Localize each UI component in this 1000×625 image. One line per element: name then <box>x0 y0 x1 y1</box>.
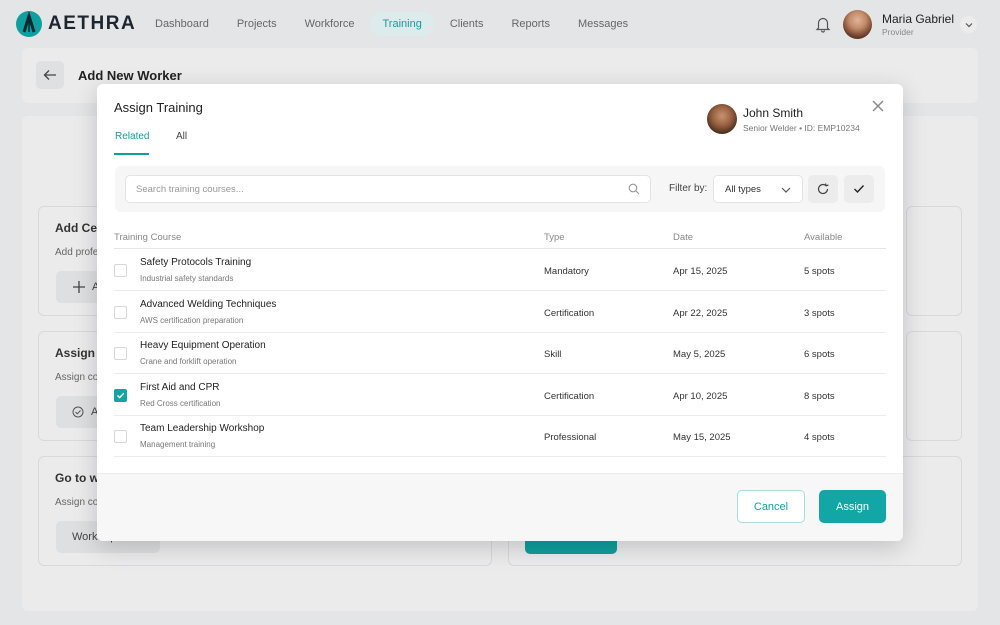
nav-training[interactable]: Training <box>369 12 435 36</box>
table-row[interactable]: Safety Protocols Training Industrial saf… <box>114 249 886 291</box>
cancel-button[interactable]: Cancel <box>737 490 805 523</box>
card-title: Add Ce <box>55 221 97 235</box>
search-icon[interactable] <box>628 183 640 195</box>
course-date: May 15, 2025 <box>673 432 731 443</box>
nav-clients[interactable]: Clients <box>437 12 497 36</box>
card-subtitle: Assign co <box>55 497 99 508</box>
main-nav: Dashboard Projects Workforce Training Cl… <box>142 12 643 36</box>
card-title: Assign <box>55 346 96 360</box>
nav-workforce[interactable]: Workforce <box>292 12 368 36</box>
column-header-course: Training Course <box>114 232 182 243</box>
course-name: Heavy Equipment Operation <box>140 340 266 351</box>
table-row[interactable]: First Aid and CPR Red Cross certificatio… <box>114 374 886 416</box>
arrow-left-icon <box>43 70 56 80</box>
search-input[interactable] <box>126 176 606 202</box>
row-checkbox[interactable] <box>114 430 127 443</box>
page-title: Add New Worker <box>78 68 182 83</box>
course-type: Skill <box>544 349 562 360</box>
filter-selected-value: All types <box>725 184 761 195</box>
course-description: Industrial safety standards <box>140 274 234 283</box>
table-row[interactable]: Heavy Equipment Operation Crane and fork… <box>114 332 886 374</box>
course-available: 3 spots <box>804 308 835 319</box>
card-right-1 <box>906 206 962 316</box>
logo-icon <box>16 11 42 37</box>
column-header-type: Type <box>544 232 565 243</box>
checkmark-icon <box>117 392 125 399</box>
tab-related[interactable]: Related <box>115 131 149 142</box>
course-date: Apr 22, 2025 <box>673 308 728 319</box>
row-checkbox[interactable] <box>114 389 127 402</box>
course-name: Advanced Welding Techniques <box>140 299 277 310</box>
card-subtitle: Add profe <box>55 247 99 258</box>
user-name: Maria Gabriel <box>882 12 955 26</box>
user-avatar[interactable] <box>843 10 872 39</box>
nav-reports[interactable]: Reports <box>498 12 563 36</box>
worker-meta: Senior Welder • ID: EMP10234 <box>743 123 860 133</box>
nav-messages[interactable]: Messages <box>565 12 641 36</box>
course-available: 8 spots <box>804 391 835 402</box>
modal-title: Assign Training <box>114 100 203 115</box>
column-header-date: Date <box>673 232 694 243</box>
course-name: Safety Protocols Training <box>140 257 252 268</box>
course-date: May 5, 2025 <box>673 349 726 360</box>
check-icon <box>854 185 865 194</box>
course-type: Certification <box>544 308 595 319</box>
card-right-2 <box>906 331 962 441</box>
course-date: Apr 15, 2025 <box>673 266 728 277</box>
course-date: Apr 10, 2025 <box>673 391 728 402</box>
back-button[interactable] <box>36 61 64 89</box>
brand-name: AETHRA <box>48 13 137 34</box>
course-name: Team Leadership Workshop <box>140 423 265 434</box>
course-type: Certification <box>544 391 595 402</box>
course-description: Crane and forklift operation <box>140 357 237 366</box>
user-menu-chevron-icon[interactable] <box>960 16 977 33</box>
refresh-icon <box>817 183 829 195</box>
course-type: Mandatory <box>544 266 589 277</box>
assign-training-modal: Assign Training Related All John Smith S… <box>97 84 903 541</box>
active-tab-indicator <box>114 153 149 155</box>
course-name: First Aid and CPR <box>140 382 220 393</box>
row-checkbox[interactable] <box>114 306 127 319</box>
filter-type-select[interactable]: All types <box>713 175 803 203</box>
row-checkbox[interactable] <box>114 347 127 360</box>
chevron-down-icon <box>781 187 791 193</box>
course-description: Management training <box>140 440 216 449</box>
course-available: 4 spots <box>804 432 835 443</box>
check-circle-icon <box>72 406 84 418</box>
worker-avatar <box>707 104 737 134</box>
nav-projects[interactable]: Projects <box>224 12 290 36</box>
plus-icon <box>73 281 85 293</box>
close-icon[interactable] <box>870 98 886 114</box>
filter-label: Filter by: <box>669 183 708 194</box>
apply-filter-button[interactable] <box>844 175 874 203</box>
card-subtitle: Assign co <box>55 372 99 383</box>
row-checkbox[interactable] <box>114 264 127 277</box>
table-row[interactable]: Team Leadership Workshop Management trai… <box>114 415 886 457</box>
course-description: AWS certification preparation <box>140 316 244 325</box>
table-row[interactable]: Advanced Welding Techniques AWS certific… <box>114 291 886 333</box>
tab-all[interactable]: All <box>176 131 187 142</box>
card-title: Go to w <box>55 471 99 485</box>
worker-name: John Smith <box>743 106 804 120</box>
refresh-button[interactable] <box>808 175 838 203</box>
course-type: Professional <box>544 432 597 443</box>
course-available: 6 spots <box>804 349 835 360</box>
nav-dashboard[interactable]: Dashboard <box>142 12 222 36</box>
top-navbar: AETHRA Dashboard Projects Workforce Trai… <box>0 0 1000 48</box>
assign-button[interactable]: Assign <box>819 490 886 523</box>
search-box <box>125 175 651 203</box>
brand-logo[interactable]: AETHRA <box>16 11 136 37</box>
bell-icon[interactable] <box>814 15 832 33</box>
course-description: Red Cross certification <box>140 399 221 408</box>
user-role: Provider <box>882 27 914 37</box>
column-header-available: Available <box>804 232 843 243</box>
course-available: 5 spots <box>804 266 835 277</box>
